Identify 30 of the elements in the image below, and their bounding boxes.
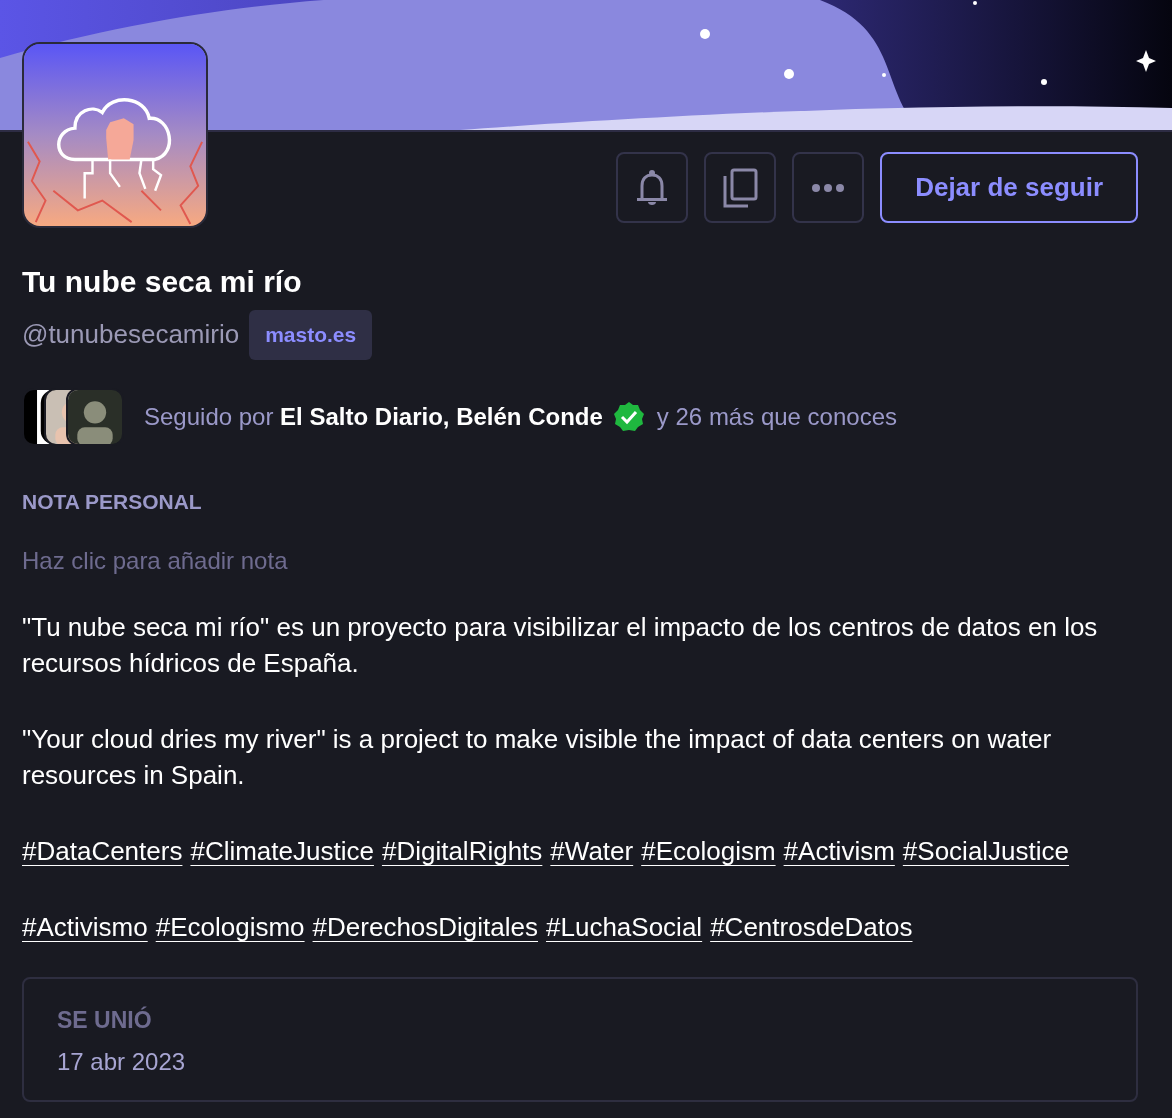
- followed-by-text: Seguido por El Salto Diario, Belén Conde: [144, 401, 603, 432]
- mutual-followers-text: y 26 más que conoces: [656, 401, 897, 432]
- hashtag-link[interactable]: #Ecologismo: [155, 909, 305, 945]
- section-label: NOTA PERSONAL: [22, 488, 203, 515]
- bell-icon: [635, 168, 670, 207]
- account-handle: @tunubesecamirio: [22, 318, 240, 352]
- note-field[interactable]: Haz clic para añadir nota: [22, 543, 1150, 579]
- joined-date: 17 abr 2023: [57, 1046, 187, 1077]
- hashtag-link[interactable]: #LuchaSocial: [546, 909, 703, 945]
- hashtag-link[interactable]: #SocialJustice: [902, 833, 1070, 869]
- copy-icon: [722, 167, 759, 208]
- hashtag-link[interactable]: #DerechosDigitales: [312, 909, 538, 945]
- hashtag-link[interactable]: #DataCenters: [22, 833, 183, 869]
- hashtag-link[interactable]: #Activism: [783, 833, 895, 869]
- copy-button[interactable]: [704, 152, 777, 223]
- hashtag-link[interactable]: #CentrosdeDatos: [710, 909, 913, 945]
- bio-paragraph: "Tu nube seca mi río" es un proyecto para visibilizar el impacto de los centros de datos en los recursos hídricos de España.: [22, 611, 1099, 680]
- hashtag-link[interactable]: #ClimateJustice: [190, 833, 374, 869]
- hashtag-link[interactable]: #Water: [550, 833, 634, 869]
- joined-label: SE UNIÓ: [57, 1005, 153, 1035]
- hashtag-link[interactable]: #DigitalRights: [381, 833, 543, 869]
- bio-paragraph: "Your cloud dries my river" is a project to make visible the impact of data centers on water resources in Spain.: [22, 723, 1053, 792]
- more-icon: [811, 182, 846, 193]
- server-badge[interactable]: masto.es: [249, 310, 373, 360]
- unfollow-button[interactable]: Dejar de seguir: [880, 152, 1138, 223]
- display-name: Tu nube seca mi río: [22, 264, 303, 300]
- hashtag-link[interactable]: #Activismo: [22, 909, 148, 945]
- more-button[interactable]: [792, 152, 865, 223]
- hashtag-link[interactable]: #Ecologism: [641, 833, 776, 869]
- bell-button[interactable]: [616, 152, 689, 223]
